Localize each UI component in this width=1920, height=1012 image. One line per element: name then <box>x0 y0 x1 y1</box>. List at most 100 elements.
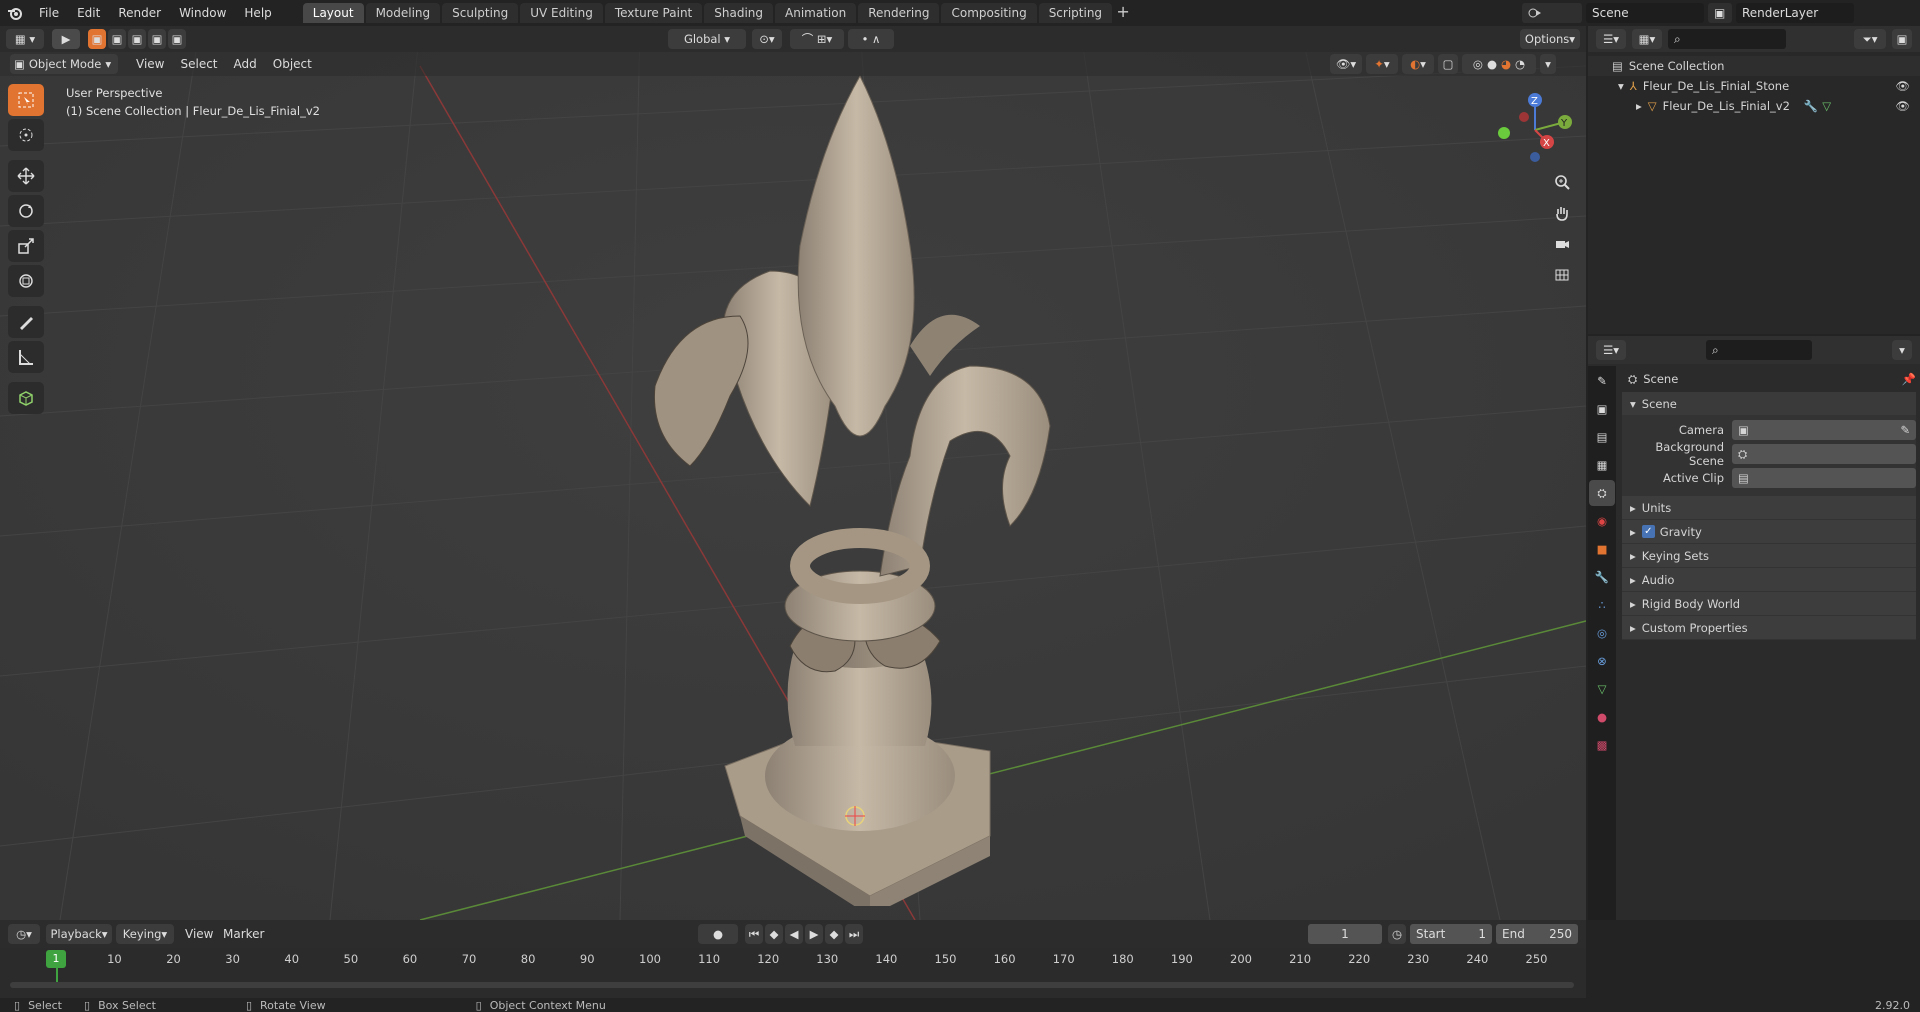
tab-rendering[interactable]: Rendering <box>858 3 940 23</box>
zoom-icon[interactable] <box>1548 168 1576 196</box>
tab-shading[interactable]: Shading <box>704 3 773 23</box>
visibility-eye-icon[interactable]: 👁 <box>1895 99 1910 113</box>
jump-end-icon[interactable]: ⏭ <box>845 924 863 944</box>
expand-arrow-icon[interactable]: ▾ <box>1618 79 1624 93</box>
panel-keying-sets[interactable]: ▸ Keying Sets <box>1622 544 1916 568</box>
menu-select[interactable]: Select <box>174 54 223 74</box>
particles-tab-icon[interactable]: ∴ <box>1589 592 1615 618</box>
end-frame-field[interactable]: End 250 <box>1496 924 1578 944</box>
outliner-search-field[interactable]: ⌕ <box>1668 29 1786 49</box>
transform-orientation-dropdown[interactable]: Global ▾ <box>668 29 746 49</box>
outliner-row-stone[interactable]: ▾ ⅄ Fleur_De_Lis_Finial_Stone 👁 <box>1588 76 1920 96</box>
pan-hand-icon[interactable] <box>1548 199 1576 227</box>
properties-search-field[interactable]: ⌕ <box>1706 340 1812 360</box>
outliner-row-v2[interactable]: ▸ ▽ Fleur_De_Lis_Finial_v2 🔧 ▽ 👁 <box>1588 96 1920 116</box>
tab-scripting[interactable]: Scripting <box>1038 3 1113 23</box>
move-tool-icon[interactable] <box>8 160 44 192</box>
object-tab-icon[interactable]: ■ <box>1589 536 1615 562</box>
visibility-eye-icon[interactable]: 👁 <box>1895 79 1910 93</box>
menu-edit[interactable]: Edit <box>68 0 109 26</box>
scene-browse-icon[interactable] <box>1522 3 1582 23</box>
display-mode-icon[interactable]: ▦▾ <box>1632 29 1662 49</box>
data-tab-icon[interactable]: ▽ <box>1589 676 1615 702</box>
keying-menu[interactable]: Keying ▾ <box>116 924 174 944</box>
menu-view[interactable]: View <box>130 54 170 74</box>
record-icon[interactable]: ● <box>698 924 738 944</box>
tab-compositing[interactable]: Compositing <box>941 3 1037 23</box>
marker-menu[interactable]: Marker <box>214 921 273 947</box>
panel-custom-properties[interactable]: ▸ Custom Properties <box>1622 616 1916 640</box>
properties-options-icon[interactable]: ▾ <box>1892 340 1912 360</box>
snapping-icon[interactable]: ⌒ ⊞▾ <box>790 29 844 49</box>
preview-range-icon[interactable]: ◷ <box>1388 924 1406 944</box>
constraints-tab-icon[interactable]: ⊗ <box>1589 648 1615 674</box>
timeline-scrollbar[interactable] <box>10 982 1574 988</box>
tab-uv-editing[interactable]: UV Editing <box>520 3 603 23</box>
tab-modeling[interactable]: Modeling <box>365 3 441 23</box>
panel-units[interactable]: ▸ Units <box>1622 496 1916 520</box>
view-layer-tab-icon[interactable]: ▦ <box>1589 452 1615 478</box>
mode-set-icon[interactable]: ▣ <box>88 29 106 49</box>
mode-extend-icon[interactable]: ▣ <box>108 29 126 49</box>
playback-menu[interactable]: Playback ▾ <box>46 924 112 944</box>
menu-add[interactable]: Add <box>228 54 263 74</box>
texture-tab-icon[interactable]: ▩ <box>1589 732 1615 758</box>
camera-view-icon[interactable] <box>1548 230 1576 258</box>
current-frame-field[interactable]: 1 <box>1308 924 1382 944</box>
eyedropper-icon[interactable]: ✎ <box>1900 423 1910 437</box>
expand-arrow-icon[interactable]: ▸ <box>1636 99 1642 113</box>
annotate-tool-icon[interactable] <box>8 306 44 338</box>
solid-shading-icon[interactable]: ● <box>1487 57 1497 71</box>
add-cube-tool-icon[interactable] <box>8 382 44 414</box>
active-clip-field[interactable]: ▤ <box>1732 468 1916 488</box>
jump-start-icon[interactable]: ⏮ <box>745 924 763 944</box>
jump-key-forward-icon[interactable]: ◆ <box>825 924 843 944</box>
add-workspace-button[interactable]: + <box>1114 3 1132 23</box>
scene-tab-icon[interactable]: ⛭ <box>1589 480 1615 506</box>
outliner-root-row[interactable]: ▤ Scene Collection <box>1588 56 1920 76</box>
navigation-gizmo[interactable]: Z Y X <box>1490 90 1580 170</box>
gravity-checkbox[interactable]: ✓ <box>1641 525 1655 538</box>
tab-animation[interactable]: Animation <box>775 3 857 23</box>
tool-tab-icon[interactable]: ✎ <box>1589 368 1615 394</box>
play-reverse-icon[interactable]: ◀ <box>785 924 803 944</box>
menu-help[interactable]: Help <box>235 0 280 26</box>
wireframe-shading-icon[interactable]: ◎ <box>1473 57 1483 71</box>
xray-icon[interactable]: ▢ <box>1438 54 1458 74</box>
world-tab-icon[interactable]: ◉ <box>1589 508 1615 534</box>
properties-editor-type-icon[interactable]: ☰▾ <box>1596 340 1626 360</box>
play-icon[interactable]: ▶ <box>805 924 823 944</box>
options-dropdown[interactable]: Options ▾ <box>1520 29 1580 49</box>
object-mode-dropdown[interactable]: ▣ Object Mode ▾ <box>10 54 118 74</box>
rotate-tool-icon[interactable] <box>8 195 44 227</box>
ortho-grid-icon[interactable] <box>1548 261 1576 289</box>
panel-gravity[interactable]: ▸ ✓ Gravity <box>1622 520 1916 544</box>
mode-difference-icon[interactable]: ▣ <box>148 29 166 49</box>
jump-key-back-icon[interactable]: ◆ <box>765 924 783 944</box>
outliner-editor-type-icon[interactable]: ☰▾ <box>1596 29 1626 49</box>
material-tab-icon[interactable]: ● <box>1589 704 1615 730</box>
measure-tool-icon[interactable] <box>8 341 44 373</box>
output-tab-icon[interactable]: ▤ <box>1589 424 1615 450</box>
gizmo-toggle-icon[interactable]: ✦ ▾ <box>1366 54 1398 74</box>
mode-intersect-icon[interactable]: ▣ <box>168 29 186 49</box>
shading-options-icon[interactable]: ▾ <box>1540 54 1556 74</box>
select-box-tool-icon[interactable] <box>8 84 44 116</box>
cursor-tool-icon[interactable] <box>8 119 44 151</box>
tab-sculpting[interactable]: Sculpting <box>442 3 519 23</box>
timeline-editor-type-icon[interactable]: ◷▾ <box>8 924 40 944</box>
blender-logo-icon[interactable] <box>0 0 30 26</box>
overlays-icon[interactable]: ◐ ▾ <box>1402 54 1434 74</box>
menu-object[interactable]: Object <box>267 54 318 74</box>
render-tab-icon[interactable]: ▣ <box>1589 396 1615 422</box>
panel-scene-header[interactable]: ▾ Scene <box>1622 392 1916 416</box>
menu-render[interactable]: Render <box>109 0 170 26</box>
pin-icon[interactable]: 📌 <box>1902 372 1916 386</box>
menu-window[interactable]: Window <box>170 0 235 26</box>
menu-file[interactable]: File <box>30 0 68 26</box>
3d-viewport[interactable]: User Perspective (1) Scene Collection | … <box>0 26 1586 920</box>
modifier-tab-icon[interactable]: 🔧 <box>1589 564 1615 590</box>
shading-modes[interactable]: ◎ ● ◕ ◔ <box>1462 54 1536 74</box>
rendered-shading-icon[interactable]: ◔ <box>1515 57 1525 71</box>
tab-texture-paint[interactable]: Texture Paint <box>604 3 703 23</box>
